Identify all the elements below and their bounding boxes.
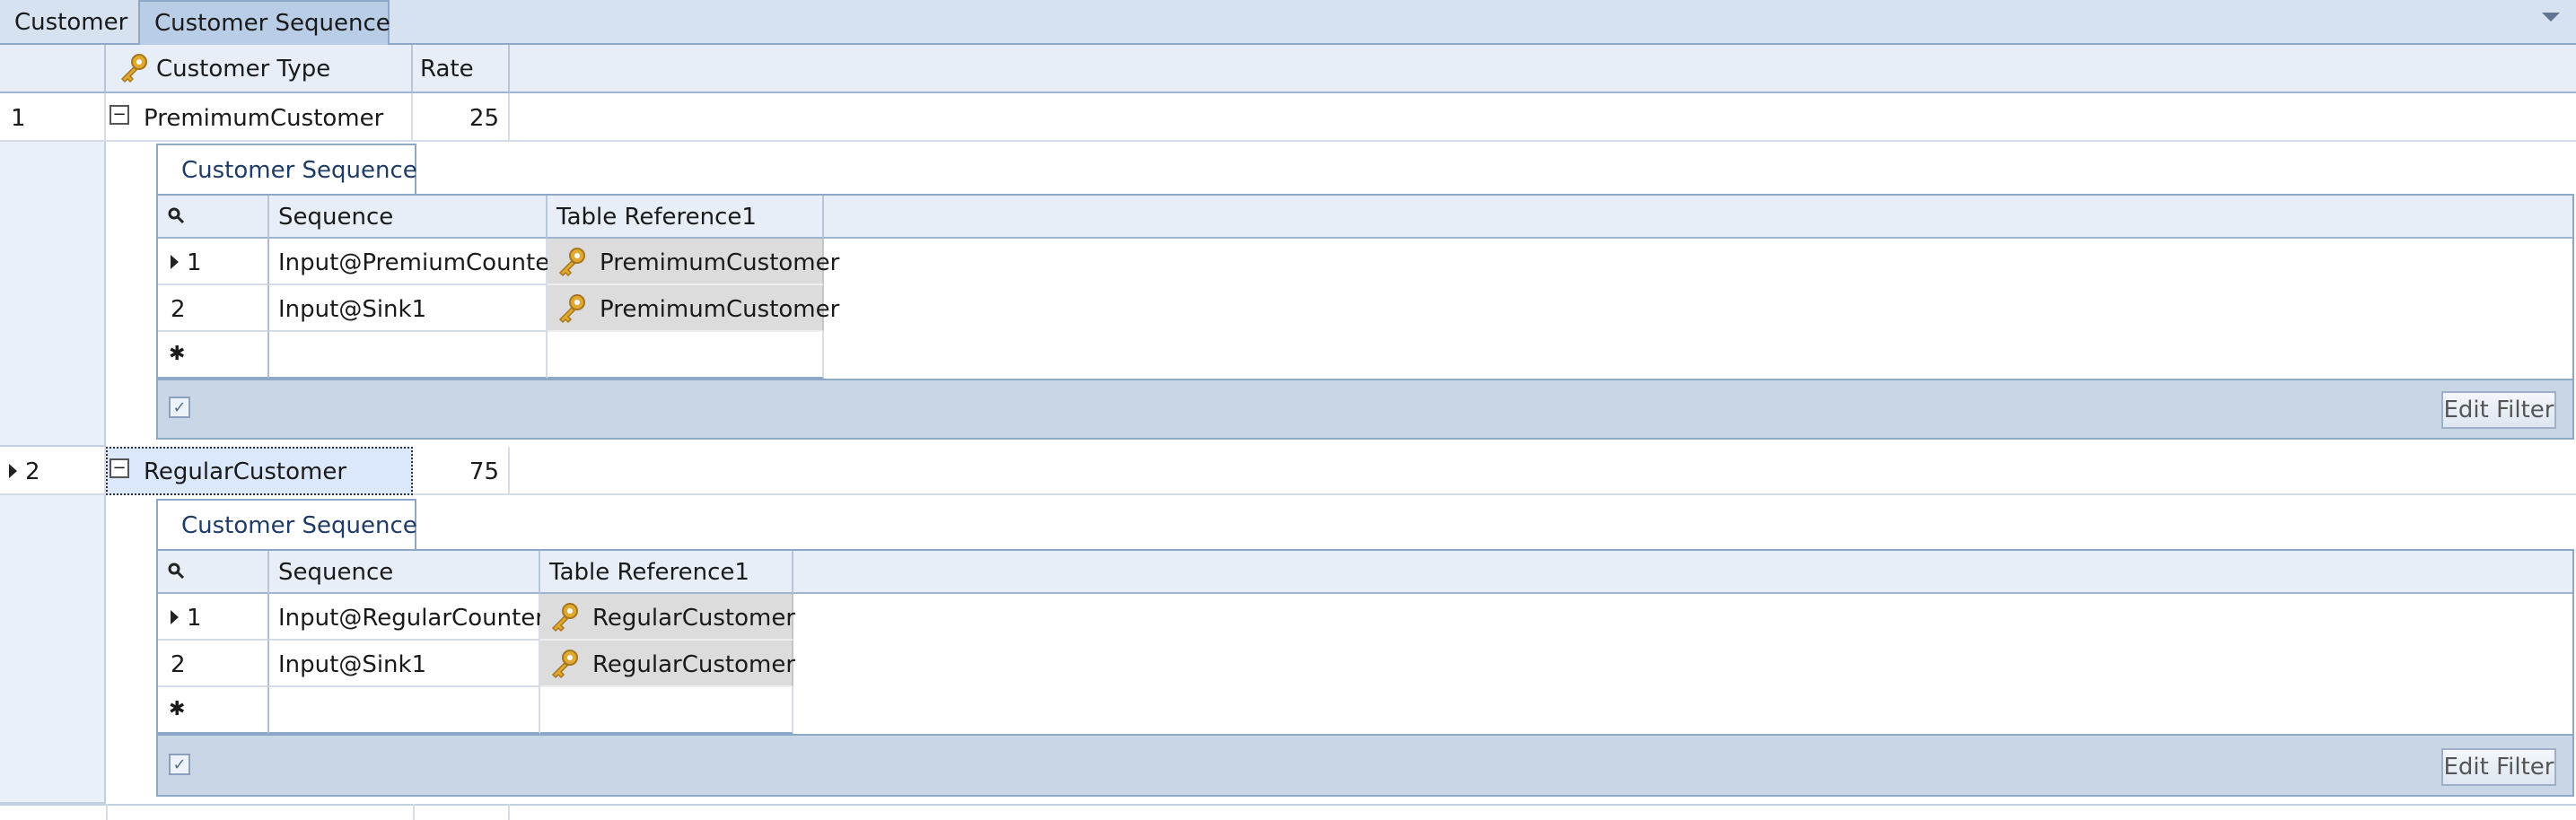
new-row-reference-cell[interactable] [548,332,824,379]
detail-row-number: 2 [171,296,186,323]
edit-filter-button[interactable]: Edit Filter [2441,391,2556,429]
sequence-cell[interactable]: Input@RegularCounter [269,594,545,641]
new-row-indicator[interactable]: ✱ [158,687,269,734]
rate-value: 25 [469,105,499,132]
table-reference-value: PremimumCustomer [600,249,840,276]
column-header-sequence[interactable]: Sequence [269,196,548,239]
detail-indicator-header[interactable] [158,551,269,594]
table-reference-cell[interactable]: RegularCustomer [540,641,796,687]
sequence-value: Input@Sink1 [278,296,427,323]
key-icon [551,603,578,632]
table-reference-cell[interactable]: PremimumCustomer [548,285,839,332]
next-row-partial [0,804,2576,820]
detail-tab-customer-sequence[interactable]: Customer Sequence [156,499,417,551]
row-indicator-arrow [171,610,179,624]
collapse-icon[interactable]: − [110,105,129,125]
detail-row-indicator[interactable]: 1 [158,594,269,641]
row-empty-area [510,93,2576,142]
sequence-value: Input@PremiumCounter [278,249,559,276]
column-header-customer-type[interactable]: Customer Type [106,45,413,93]
column-divider [106,804,108,820]
customer-type-cell-focused[interactable]: − RegularCustomer [106,447,413,495]
sequence-cell[interactable]: Input@Sink1 [269,285,548,332]
detail-row-number: 1 [187,249,202,276]
column-header-table-reference-label: Table Reference1 [549,559,749,586]
new-row-sequence-cell[interactable] [269,332,548,379]
column-header-table-reference[interactable]: Table Reference1 [540,551,793,594]
new-row-indicator[interactable]: ✱ [158,332,269,379]
rate-cell[interactable]: 75 [413,447,510,495]
new-row-sequence-cell[interactable] [269,687,540,734]
table-reference-cell[interactable]: RegularCustomer [540,594,796,641]
new-row-icon: ✱ [169,698,186,720]
key-icon [558,294,585,324]
column-header-customer-type-label: Customer Type [156,56,331,83]
column-header-table-reference-label: Table Reference1 [556,204,757,231]
filter-checkbox[interactable]: ✓ [169,397,190,418]
detail-gutter [0,142,106,447]
column-divider [413,804,415,820]
detail-indicator-header[interactable] [158,196,269,239]
detail-row-number: 1 [187,605,202,632]
column-header-sequence-label: Sequence [278,559,394,586]
table-reference-value: RegularCustomer [592,651,796,678]
dropdown-arrow-icon[interactable] [2542,13,2560,22]
table-reference-cell[interactable]: PremimumCustomer [548,239,839,285]
detail-tab-customer-sequence[interactable]: Customer Sequence [156,144,417,196]
filter-panel: ✓ Edit Filter [158,379,2572,438]
row-number: 1 [11,105,26,132]
row-indicator-header [0,45,106,93]
column-header-sequence[interactable]: Sequence [269,551,540,594]
table-reference-value: RegularCustomer [592,605,796,632]
row-indicator-arrow [171,255,179,269]
detail-row-number: 2 [171,651,186,678]
table-reference-value: PremimumCustomer [600,296,840,323]
sequence-value: Input@Sink1 [278,651,427,678]
key-icon [120,54,147,83]
column-header-table-reference[interactable]: Table Reference1 [548,196,824,239]
sequence-value: Input@RegularCounter [278,605,545,632]
row-empty-area [510,447,2576,495]
row-indicator[interactable]: 2 [0,447,106,495]
sequence-cell[interactable]: Input@Sink1 [269,641,540,687]
detail-grid: Sequence Table Reference1 1 Input@Regula… [156,549,2574,797]
tab-customer[interactable]: Customer [0,0,138,45]
header-empty-area [510,45,2576,93]
filter-checkbox[interactable]: ✓ [169,754,190,775]
column-header-sequence-label: Sequence [278,204,394,231]
row-indicator[interactable]: 1 [0,93,106,142]
edit-filter-button[interactable]: Edit Filter [2441,748,2556,786]
row-indicator-arrow [9,464,17,478]
customer-type-cell[interactable]: − PremimumCustomer [106,93,413,142]
key-icon [551,650,578,679]
collapse-icon[interactable]: − [110,458,129,478]
column-header-rate[interactable]: Rate [413,45,510,93]
row-number: 2 [25,458,40,485]
detail-header-empty [793,551,2572,594]
search-icon[interactable] [167,206,187,226]
column-header-rate-label: Rate [420,56,474,83]
key-icon [558,248,585,277]
detail-row-indicator[interactable]: 2 [158,285,269,332]
new-row-icon: ✱ [169,343,186,365]
detail-header-empty [824,196,2572,239]
detail-gutter [0,495,106,804]
column-divider [508,804,510,820]
filter-panel: ✓ Edit Filter [158,734,2572,795]
detail-row-indicator[interactable]: 1 [158,239,269,285]
sequence-cell[interactable]: Input@PremiumCounter [269,239,559,285]
customer-type-value: PremimumCustomer [144,105,384,132]
tab-customer-sequence[interactable]: Customer Sequence [138,0,390,45]
detail-row-indicator[interactable]: 2 [158,641,269,687]
customer-type-value: RegularCustomer [144,458,347,485]
rate-cell[interactable]: 25 [413,93,510,142]
rate-value: 75 [469,458,499,485]
detail-grid: Sequence Table Reference1 1 Input@Premiu… [156,194,2574,440]
new-row-reference-cell[interactable] [540,687,793,734]
search-icon[interactable] [167,562,187,581]
